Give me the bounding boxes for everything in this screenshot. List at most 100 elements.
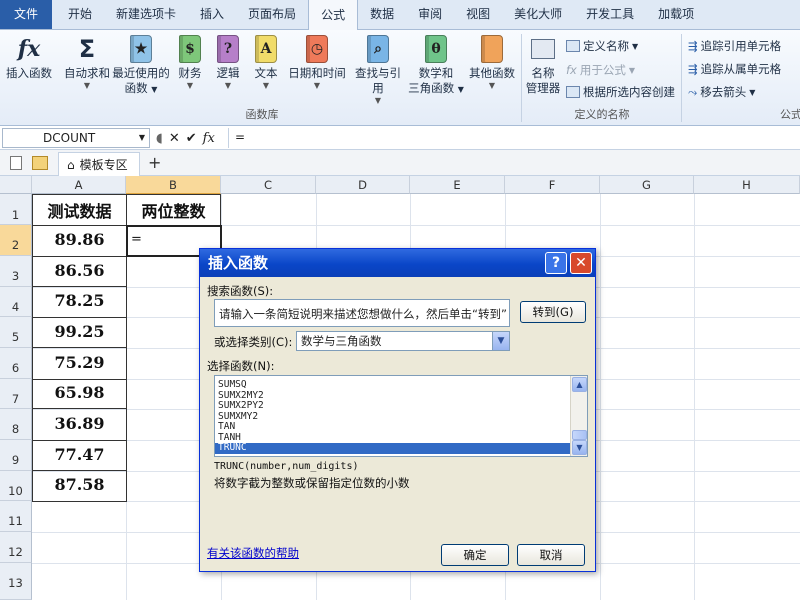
help-button[interactable]: ? [545, 252, 567, 274]
row-header-4[interactable]: 4 [0, 287, 32, 317]
column-header-c[interactable]: C [221, 176, 316, 194]
row-header-2[interactable]: 2 [0, 225, 32, 256]
cell-a8[interactable]: 36.89 [32, 414, 127, 433]
row-header-7[interactable]: 7 [0, 379, 32, 409]
dialog-title-bar[interactable]: 插入函数 ? ✕ [200, 249, 595, 277]
row-header-13[interactable]: 13 [0, 563, 32, 600]
function-list-item[interactable]: SUMXMY2 [215, 411, 587, 423]
tab-new-tab[interactable]: 新建选项卡 [104, 0, 188, 29]
tab-home[interactable]: 开始 [56, 0, 104, 29]
column-header-g[interactable]: G [600, 176, 694, 194]
tab-developer[interactable]: 开发工具 [574, 0, 646, 29]
tab-file[interactable]: 文件 [0, 0, 52, 29]
row-header-3[interactable]: 3 [0, 256, 32, 287]
datetime-button[interactable]: ◷ 日期和时间 ▼ [288, 34, 346, 91]
create-from-selection-button[interactable]: 根据所选内容创建 [566, 84, 675, 100]
name-manager-button[interactable]: 名称 管理器 [524, 34, 562, 96]
recent-functions-button[interactable]: ★ 最近使用的 函数 ▼ [112, 34, 170, 97]
column-header-a[interactable]: A [32, 176, 126, 194]
logical-button[interactable]: ? 逻辑 ▼ [212, 34, 244, 91]
column-header-h[interactable]: H [694, 176, 800, 194]
scroll-down-icon[interactable]: ▼ [572, 440, 587, 455]
new-document-icon[interactable] [10, 156, 22, 170]
function-list-scrollbar[interactable]: ▲ ▼ [570, 376, 587, 456]
function-list-item-selected[interactable]: TRUNC [215, 442, 571, 454]
cell-a10[interactable]: 87.58 [32, 475, 127, 494]
math-label-2: 三角函数 [408, 81, 455, 95]
cell-a9[interactable]: 77.47 [32, 445, 127, 464]
confirm-entry-icon[interactable]: ✔ [186, 131, 197, 146]
close-button[interactable]: ✕ [570, 252, 592, 274]
star-book-icon: ★ [126, 34, 156, 64]
open-folder-icon[interactable] [32, 156, 48, 170]
cell-a5[interactable]: 99.25 [32, 322, 127, 341]
column-header-e[interactable]: E [410, 176, 505, 194]
financial-button[interactable]: $ 财务 ▼ [174, 34, 206, 91]
text-button[interactable]: A 文本 ▼ [250, 34, 282, 91]
trace-dependents-button[interactable]: ⇶ 追踪从属单元格 [688, 61, 781, 77]
function-help-link[interactable]: 有关该函数的帮助 [207, 545, 299, 561]
cell-a2[interactable]: 89.86 [32, 230, 127, 249]
cell-a1[interactable]: 测试数据 [32, 198, 127, 222]
row-header-1[interactable]: 1 [0, 194, 32, 225]
cancel-button[interactable]: 取消 [517, 544, 585, 566]
remove-arrows-button[interactable]: ⤳ 移去箭头 ▼ [688, 84, 755, 100]
define-name-button[interactable]: 定义名称 ▼ [566, 38, 638, 54]
dropdown-arrow-icon[interactable]: ▼ [139, 129, 145, 147]
row-header-11[interactable]: 11 [0, 501, 32, 532]
go-button[interactable]: 转到(G) [520, 301, 586, 323]
cell-a6[interactable]: 75.29 [32, 353, 127, 372]
tab-addins[interactable]: 加载项 [646, 0, 706, 29]
tab-review[interactable]: 审阅 [406, 0, 454, 29]
function-list-item[interactable]: SUMX2MY2 [215, 390, 587, 402]
cell-a3[interactable]: 86.56 [32, 261, 127, 280]
row-header-9[interactable]: 9 [0, 440, 32, 471]
search-function-input[interactable]: 请输入一条简短说明来描述您想做什么，然后单击“转到” [214, 299, 510, 327]
chevron-down-icon[interactable]: ▼ [492, 332, 509, 350]
tab-formulas[interactable]: 公式 [308, 0, 359, 30]
row-header-12[interactable]: 12 [0, 532, 32, 563]
column-header-b[interactable]: B [126, 176, 221, 194]
function-list-item[interactable]: SUMX2PY2 [215, 400, 587, 412]
lookup-button[interactable]: ⌕ 查找与引用 ▼ [350, 34, 406, 106]
use-in-formula-button[interactable]: fx 用于公式 ▼ [566, 62, 635, 78]
formula-input[interactable]: = [228, 128, 798, 148]
remove-arrows-icon: ⤳ [688, 84, 698, 99]
ok-button[interactable]: 确定 [441, 544, 509, 566]
text-book-icon: A [251, 34, 281, 64]
select-all-corner[interactable] [0, 176, 32, 194]
cell-a7[interactable]: 65.98 [32, 383, 127, 402]
more-functions-label: 其他函数 [469, 66, 515, 80]
tab-page-layout[interactable]: 页面布局 [236, 0, 308, 29]
function-list-item[interactable]: TANH [215, 432, 587, 444]
trace-precedents-button[interactable]: ⇶ 追踪引用单元格 [688, 38, 781, 54]
autosum-button[interactable]: Σ 自动求和 ▼ [62, 34, 112, 91]
tab-view[interactable]: 视图 [454, 0, 502, 29]
add-tab-icon[interactable]: + [148, 153, 161, 172]
tab-beautify-master[interactable]: 美化大师 [502, 0, 574, 29]
column-header-f[interactable]: F [505, 176, 600, 194]
row-header-8[interactable]: 8 [0, 409, 32, 440]
function-list-item[interactable]: SUMSQ [215, 379, 587, 391]
row-header-10[interactable]: 10 [0, 471, 32, 501]
cancel-entry-icon[interactable]: ✕ [169, 131, 180, 146]
row-header-6[interactable]: 6 [0, 348, 32, 379]
expand-handle-icon[interactable]: ◖ [156, 131, 163, 146]
tab-data[interactable]: 数据 [358, 0, 406, 29]
row-header-5[interactable]: 5 [0, 317, 32, 348]
insert-function-icon[interactable]: fx [203, 131, 215, 146]
scroll-up-icon[interactable]: ▲ [572, 377, 587, 392]
more-functions-button[interactable]: 其他函数 ▼ [466, 34, 518, 91]
cell-a4[interactable]: 78.25 [32, 291, 127, 310]
insert-function-button[interactable]: fx 插入函数 [4, 34, 54, 81]
name-box[interactable]: DCOUNT ▼ [2, 128, 150, 148]
cell-b1[interactable]: 两位整数 [126, 198, 221, 222]
math-trig-button[interactable]: θ 数学和 三角函数 ▼ [408, 34, 464, 97]
category-select[interactable]: 数学与三角函数 ▼ [296, 331, 510, 351]
function-list-item[interactable]: TAN [215, 421, 587, 433]
function-list[interactable]: SUMSQ SUMX2MY2 SUMX2PY2 SUMXMY2 TAN TANH… [214, 375, 588, 457]
scroll-thumb[interactable] [572, 430, 587, 440]
tab-template-zone[interactable]: ⌂ 模板专区 [58, 152, 140, 176]
tab-insert[interactable]: 插入 [188, 0, 236, 29]
column-header-d[interactable]: D [316, 176, 410, 194]
